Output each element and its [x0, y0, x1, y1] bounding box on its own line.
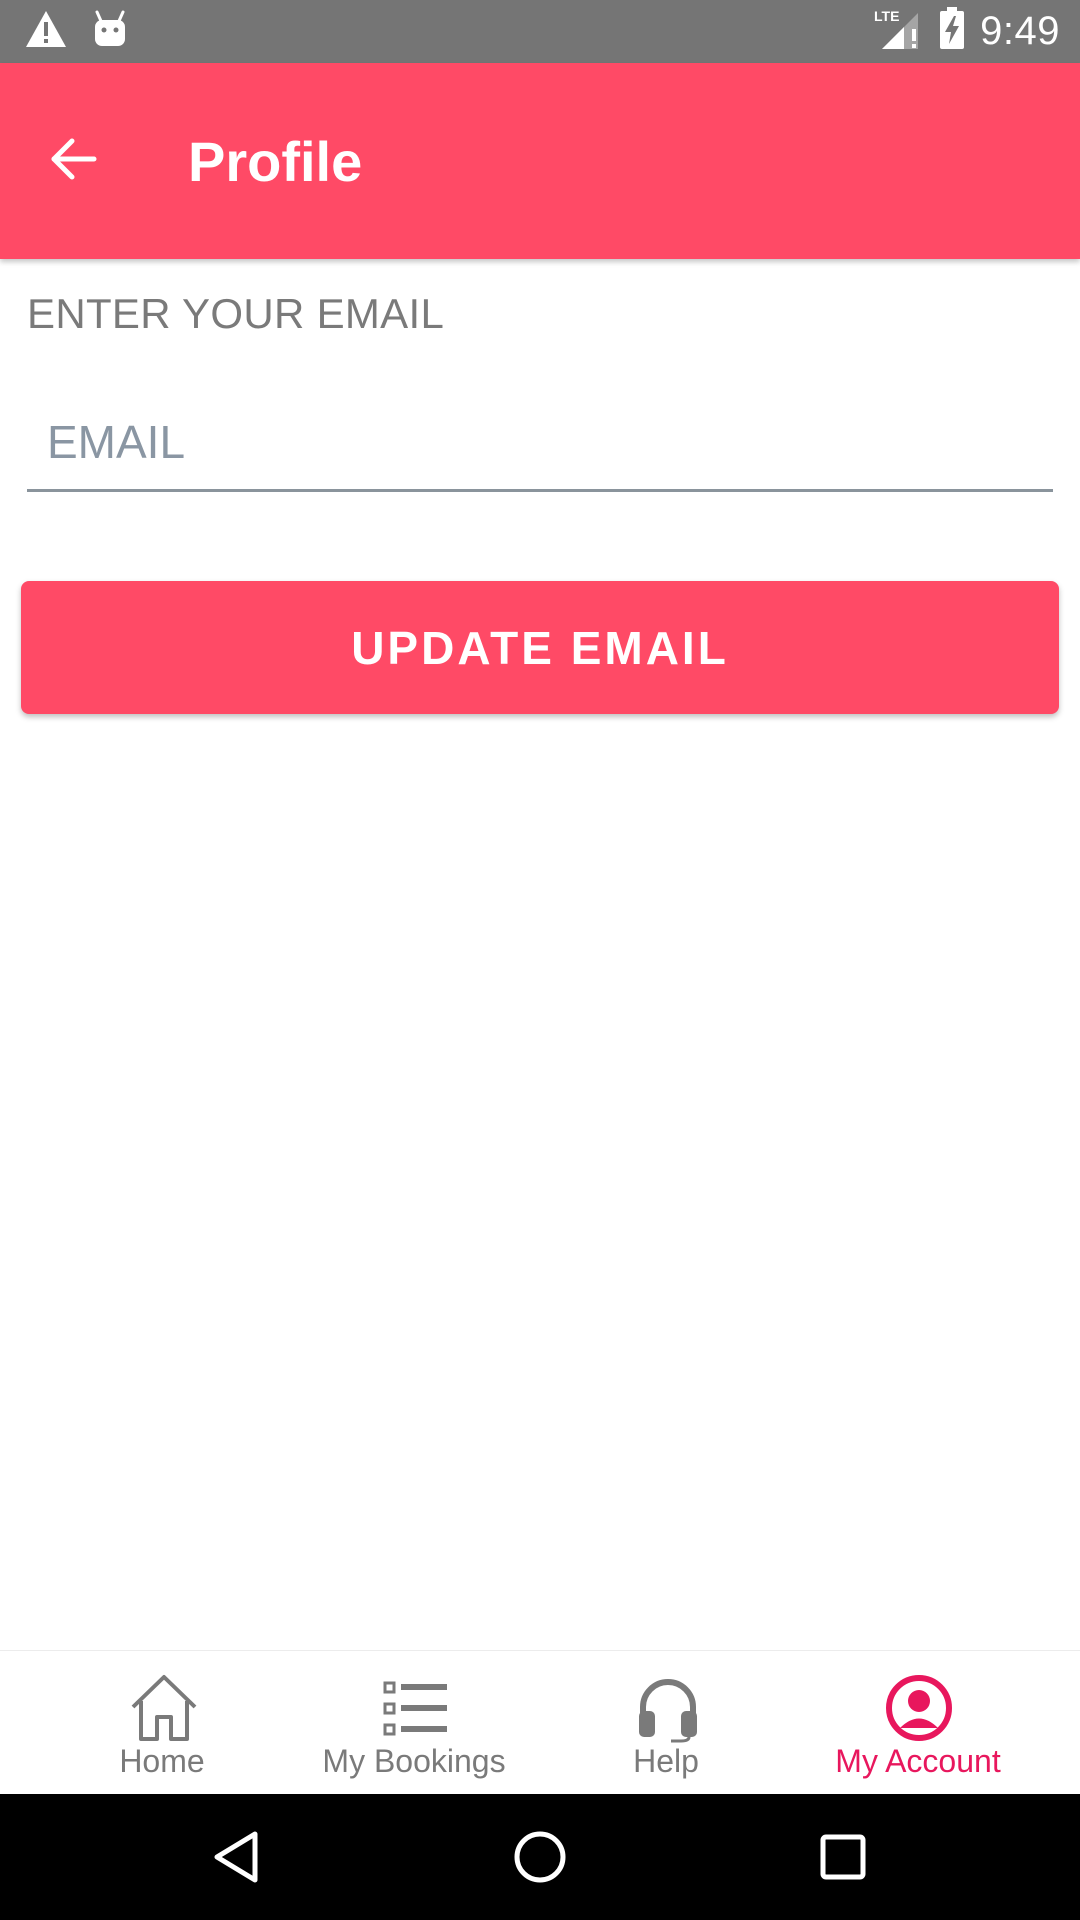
nav-item-home[interactable]: Home — [0, 1651, 324, 1795]
nav-item-my-account[interactable]: My Account — [828, 1651, 1080, 1795]
recents-square-icon — [820, 1834, 866, 1880]
list-icon — [383, 1681, 447, 1736]
back-triangle-icon — [214, 1831, 258, 1883]
home-circle-icon — [514, 1831, 566, 1883]
email-label: ENTER YOUR EMAIL — [27, 290, 445, 337]
system-recents-button[interactable] — [813, 1827, 873, 1887]
app-bar: Profile — [0, 63, 1080, 259]
battery-charging-icon — [938, 7, 966, 56]
nav-item-my-bookings[interactable]: My Bookings — [322, 1651, 506, 1795]
bottom-nav: Home My Bookings Help My Account — [0, 1650, 1080, 1795]
status-right-icons: LTE 9:49 — [874, 0, 1060, 63]
nav-label-help: Help — [633, 1743, 699, 1779]
nav-label-my-account: My Account — [835, 1743, 1001, 1779]
system-home-button[interactable] — [510, 1827, 570, 1887]
status-left-icons — [24, 0, 128, 63]
status-bar: LTE 9:49 — [0, 0, 1080, 63]
headset-icon — [639, 1679, 697, 1743]
nav-item-help[interactable]: Help — [504, 1651, 828, 1795]
android-icon — [92, 10, 128, 53]
svg-text:LTE: LTE — [874, 8, 899, 24]
system-nav-bar — [0, 1794, 1080, 1920]
page-title: Profile — [188, 129, 363, 193]
nav-label-home: Home — [119, 1743, 205, 1779]
back-button[interactable] — [38, 123, 110, 195]
warning-icon — [24, 9, 68, 54]
update-email-button[interactable]: UPDATE EMAIL — [21, 581, 1059, 714]
nav-label-my-bookings: My Bookings — [322, 1743, 506, 1779]
screen: LTE 9:49 Profile ENTER YOUR EMAIL EMAIL … — [0, 0, 1080, 1920]
system-back-button[interactable] — [206, 1827, 266, 1887]
account-circle-icon — [886, 1675, 952, 1741]
lte-signal-icon: LTE — [874, 7, 924, 56]
status-time: 9:49 — [980, 9, 1060, 53]
home-icon — [131, 1675, 197, 1741]
email-field[interactable] — [27, 394, 1053, 492]
arrow-left-icon — [51, 138, 97, 180]
